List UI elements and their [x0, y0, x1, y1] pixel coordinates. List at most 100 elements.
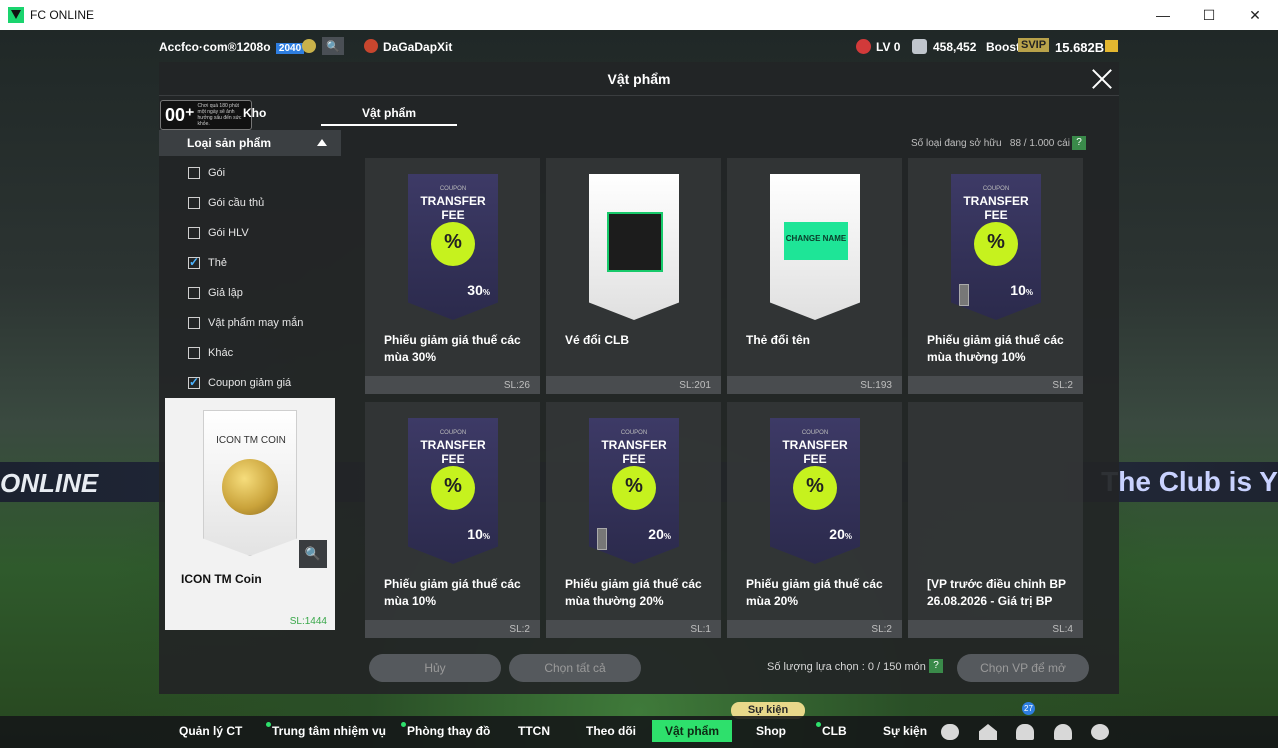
filter-item[interactable]: Gói HLV [159, 218, 341, 248]
nav-item[interactable]: Quản lý CT [179, 724, 242, 738]
chat-icon[interactable] [941, 724, 959, 740]
home-icon[interactable] [979, 724, 997, 740]
banner-left-text: ONLINE [0, 468, 99, 498]
item-card[interactable]: COUPON TRANSFER FEE % 10% Phiếu giảm giá… [365, 402, 540, 638]
item-name: Thẻ đổi tên [746, 333, 810, 347]
nav-item-label: CLB [822, 724, 847, 738]
nav-item-label: Quản lý CT [179, 724, 243, 738]
app-logo-icon [8, 7, 24, 23]
filter-item[interactable]: Vật phẩm may mắn [159, 308, 341, 338]
help-icon[interactable]: ? [1072, 136, 1086, 150]
nav-item-label: TTCN [518, 724, 550, 738]
modal-title: Vật phẩm [607, 71, 671, 87]
nav-item[interactable]: Vật phẩm [652, 720, 732, 742]
transfer-fee-label: TRANSFER FEE [963, 194, 1029, 222]
filter-label: Gói [208, 167, 226, 179]
item-card[interactable]: COUPON TRANSFER FEE % 30% Phiếu giảm giá… [365, 158, 540, 394]
nav-item[interactable]: Theo dõi [586, 724, 636, 738]
nav-item[interactable]: CLB [816, 722, 847, 738]
maximize-button[interactable]: ☐ [1186, 0, 1232, 30]
item-name: Phiếu giảm giá thuế các mùa thường 10% [927, 333, 1064, 364]
item-card[interactable]: Vé đổi CLB SL:201 [546, 158, 721, 394]
nav-item[interactable]: Trung tâm nhiệm vụ [266, 722, 387, 738]
detail-card-title: ICON TM COIN [216, 435, 286, 446]
bell-icon[interactable] [1016, 724, 1034, 740]
filter-header[interactable]: Loại sản phẩm [159, 130, 341, 156]
nav-item-label: Shop [756, 724, 786, 738]
coupon-card: COUPON TRANSFER FEE % 20% [770, 418, 860, 564]
item-card[interactable]: COUPON TRANSFER FEE % 20% Phiếu giảm giá… [727, 402, 902, 638]
checkbox[interactable] [188, 227, 200, 239]
coupon-label: COUPON [982, 186, 1010, 192]
age-notice: Chơi quá 180 phút một ngày sẽ ảnh hưởng … [197, 103, 242, 127]
tab-vat-pham[interactable]: Vật phẩm [321, 102, 457, 126]
nav-item[interactable]: TTCN [518, 724, 550, 738]
club-ticket-card [589, 174, 679, 320]
filter-label: Khác [208, 347, 234, 359]
nav-item[interactable]: Shop [756, 724, 786, 738]
checkbox[interactable] [188, 197, 200, 209]
age-rating-badge: 00⁺ Chơi quá 180 phút một ngày sẽ ảnh hư… [160, 100, 252, 130]
gear-icon[interactable] [1091, 724, 1109, 740]
item-card[interactable]: COUPON TRANSFER FEE % 20% Phiếu giảm giá… [546, 402, 721, 638]
checkbox[interactable] [188, 167, 200, 179]
tab-kho[interactable]: Kho [243, 106, 266, 120]
boost-label: Boost [986, 40, 1020, 54]
percent-badge-icon: % [431, 466, 475, 510]
filter-item[interactable]: Gói [159, 158, 341, 188]
item-quantity: SL:4 [1052, 624, 1073, 635]
nav-item[interactable]: Sự kiện [883, 724, 927, 738]
percent-badge-icon: % [612, 466, 656, 510]
close-icon[interactable] [1091, 68, 1113, 90]
mp-icon [912, 39, 927, 54]
close-window-button[interactable]: ✕ [1232, 0, 1278, 30]
filter-item[interactable]: Khác [159, 338, 341, 368]
selection-count: Số lượng lựa chọn : 0 / 150 món [767, 661, 926, 673]
account-level-tag: 2040 [275, 43, 305, 54]
nav-item-label: Vật phẩm [664, 724, 719, 738]
help-icon-footer[interactable]: ? [929, 659, 943, 673]
new-indicator-dot [401, 722, 406, 727]
item-quantity: SL:26 [503, 380, 530, 391]
filter-item[interactable]: Gói cầu thủ [159, 188, 341, 218]
profile-icon[interactable] [1054, 724, 1072, 740]
filter-label: Gói HLV [208, 227, 249, 239]
coin-icon [1105, 40, 1118, 52]
checkbox[interactable] [188, 255, 200, 269]
discount-value: 20% [648, 526, 671, 542]
item-card[interactable]: COUPON TRANSFER FEE % 10% Phiếu giảm giá… [908, 158, 1083, 394]
checkbox[interactable] [188, 287, 200, 299]
coupon-label: COUPON [801, 430, 829, 436]
discount-value: 10% [467, 526, 490, 542]
transfer-fee-label: TRANSFER FEE [420, 438, 486, 466]
age-rating: 00⁺ [165, 104, 195, 125]
discount-value: 20% [829, 526, 852, 542]
checkbox[interactable] [188, 375, 200, 389]
checkbox[interactable] [188, 347, 200, 359]
level-value: LV 0 [876, 40, 901, 54]
filter-item[interactable]: Giả lập [159, 278, 341, 308]
zoom-button[interactable]: 🔍 [299, 540, 327, 568]
item-card[interactable]: [VP trước điều chỉnh BP 26.08.2026 - Giá… [908, 402, 1083, 638]
club-change-icon [607, 212, 663, 272]
select-all-button[interactable]: Chọn tất cả [509, 654, 641, 682]
filter-item[interactable]: Coupon giảm giá [159, 368, 341, 398]
item-quantity: SL:193 [860, 380, 892, 391]
account-name: Accfco·com®1208o 2040 [159, 40, 305, 54]
nav-item[interactable]: Phòng thay đồ [401, 722, 490, 738]
item-name: Vé đổi CLB [565, 333, 630, 347]
nav-item-label: Trung tâm nhiệm vụ [272, 724, 387, 738]
item-quantity: SL:2 [1052, 380, 1073, 391]
checkbox[interactable] [188, 317, 200, 329]
item-name: [VP trước điều chỉnh BP 26.08.2026 - Giá… [927, 577, 1066, 608]
search-icon[interactable]: 🔍 [322, 37, 344, 55]
item-card[interactable]: CHANGE NAME Thẻ đổi tên SL:193 [727, 158, 902, 394]
cancel-button[interactable]: Hủy [369, 654, 501, 682]
coin-balance: 15.682B [1055, 40, 1105, 55]
open-items-button[interactable]: Chọn VP để mở [957, 654, 1089, 682]
filter-label: Giả lập [208, 287, 243, 299]
minimize-button[interactable]: — [1140, 0, 1186, 30]
emblem-icon [302, 39, 316, 53]
filter-item[interactable]: Thẻ [159, 248, 341, 278]
item-name: Phiếu giảm giá thuế các mùa 10% [384, 577, 521, 608]
